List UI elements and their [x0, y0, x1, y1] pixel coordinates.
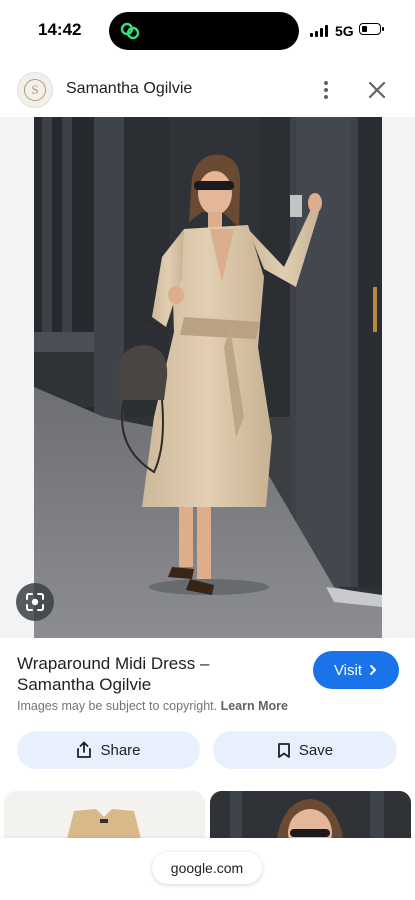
- url-display[interactable]: google.com: [152, 852, 262, 884]
- dynamic-island: [109, 12, 299, 50]
- copyright-notice: Images may be subject to copyright. Lear…: [17, 699, 288, 713]
- chevron-right-icon: [370, 665, 377, 675]
- link-icon: [120, 22, 140, 40]
- signal-icon: [310, 25, 330, 37]
- site-logo-icon[interactable]: S: [17, 72, 53, 108]
- share-icon: [77, 741, 92, 758]
- status-time: 14:42: [38, 20, 82, 39]
- visit-label: Visit: [333, 661, 363, 679]
- bottom-bar: google.com: [0, 838, 415, 900]
- battery-icon: [359, 23, 384, 35]
- share-button[interactable]: Share: [17, 731, 200, 769]
- result-title[interactable]: Wraparound Midi Dress – Samantha Ogilvie: [17, 653, 287, 695]
- close-icon[interactable]: [365, 78, 389, 102]
- site-logo-letter: S: [24, 79, 46, 101]
- bookmark-icon: [277, 742, 290, 758]
- google-lens-icon: [26, 593, 44, 611]
- learn-more-link[interactable]: Learn More: [221, 699, 288, 713]
- preview-image[interactable]: [34, 117, 382, 638]
- site-name[interactable]: Samantha Ogilvie: [66, 80, 192, 98]
- copyright-text: Images may be subject to copyright.: [17, 699, 218, 713]
- viewer-header: S Samantha Ogilvie: [0, 62, 415, 117]
- status-bar: 14:42 5G: [0, 0, 415, 62]
- more-options-button[interactable]: [314, 76, 338, 104]
- share-label: Share: [100, 741, 141, 759]
- network-type: 5G: [335, 23, 354, 39]
- save-label: Save: [298, 741, 334, 759]
- image-preview-area: [0, 117, 415, 638]
- save-button[interactable]: Save: [213, 731, 397, 769]
- google-lens-button[interactable]: [16, 583, 54, 621]
- visit-button[interactable]: Visit: [313, 651, 399, 689]
